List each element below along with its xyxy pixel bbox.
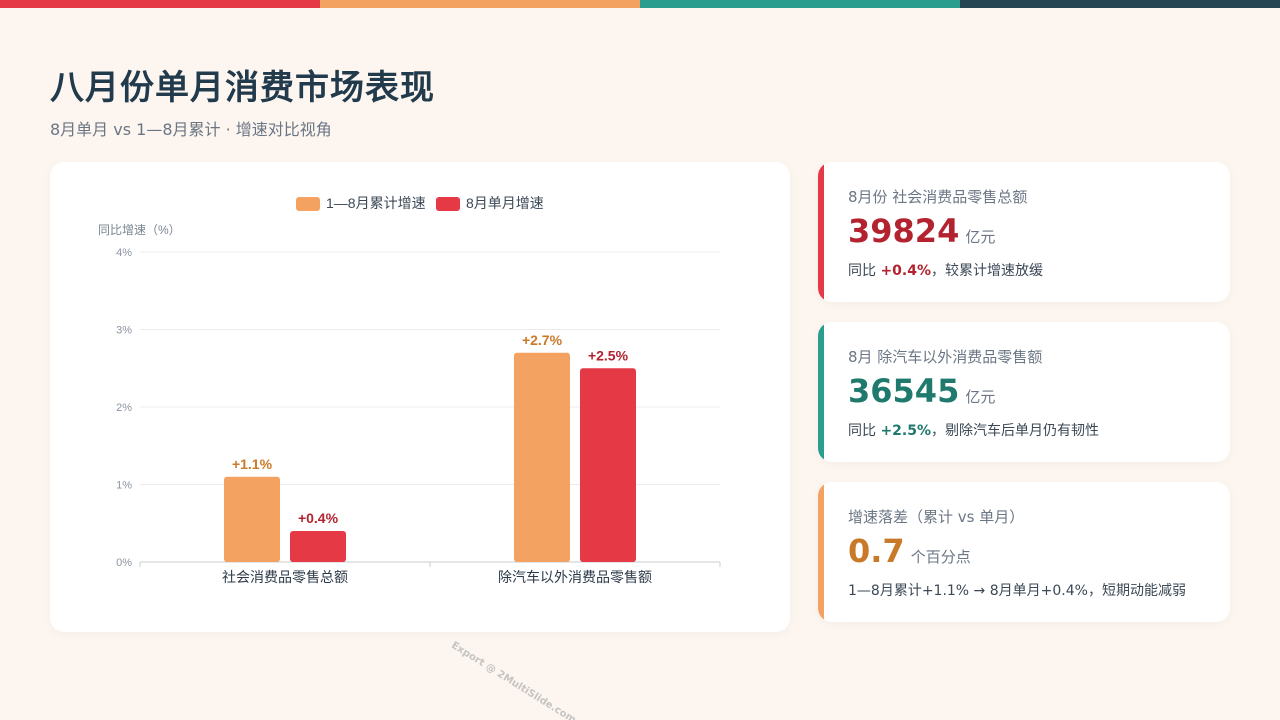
kpi-desc-suffix: ，剔除汽车后单月仍有韧性 — [931, 423, 1100, 439]
bar-2-1 — [290, 531, 346, 562]
y-tick-label: 4% — [116, 247, 132, 259]
y-tick-label: 1% — [116, 480, 132, 492]
bar-data-label: +2.7% — [522, 332, 563, 348]
legend-swatch-2 — [436, 197, 460, 211]
top-bar-segment-orange — [320, 0, 640, 8]
kpi-desc-highlight: +0.4% — [880, 263, 932, 279]
kpi-desc-highlight: +2.5% — [880, 423, 932, 439]
y-tick-label: 2% — [116, 402, 132, 414]
kpi-accent-bar — [818, 162, 824, 302]
page-title: 八月份单月消费市场表现 — [50, 68, 435, 108]
x-category-label: 除汽车以外消费品零售额 — [498, 569, 652, 585]
bar-2-2 — [580, 368, 636, 562]
kpi-unit: 亿元 — [965, 388, 996, 406]
kpi-accent-bar — [818, 482, 824, 622]
kpi-desc-prefix: 同比 — [848, 423, 881, 439]
legend-label-2: 8月单月增速 — [466, 195, 544, 211]
kpi-label: 8月 除汽车以外消费品零售额 — [848, 348, 1043, 366]
kpi-accent-bar — [818, 322, 824, 462]
kpi-card-total-retail: 8月份 社会消费品零售总额 39824 亿元 同比 +0.4%，较累计增速放缓 — [818, 162, 1230, 302]
bar-chart: 1—8月累计增速 8月单月增速同比增速（%） 0% 1% 2% 3% 4% +1.1% +0.4… — [98, 195, 721, 585]
kpi-value-row: 39824 亿元 — [848, 212, 995, 250]
kpi-value: 39824 — [848, 212, 960, 250]
y-tick-label: 3% — [116, 325, 132, 337]
kpi-unit: 亿元 — [965, 228, 996, 246]
y-tick-label: 0% — [116, 557, 132, 569]
top-bar-segment-navy — [960, 0, 1280, 8]
kpi-desc-prefix: 1—8月累计+1.1% → 8月单月+0.4%，短期动能减弱 — [848, 583, 1186, 599]
kpi-value-row: 0.7 个百分点 — [848, 532, 971, 570]
kpi-description: 1—8月累计+1.1% → 8月单月+0.4%，短期动能减弱 — [848, 580, 1186, 600]
kpi-label: 增速落差（累计 vs 单月） — [848, 508, 1025, 526]
y-axis-label: 同比增速（%） — [98, 223, 181, 237]
kpi-card-growth-gap: 增速落差（累计 vs 单月） 0.7 个百分点 1—8月累计+1.1% → 8月单… — [818, 482, 1230, 622]
watermark: Export @ 2MultiSlide.com — [449, 640, 578, 720]
bar-1-2 — [514, 352, 570, 562]
kpi-description: 同比 +2.5%，剔除汽车后单月仍有韧性 — [848, 420, 1099, 440]
legend-label-1: 1—8月累计增速 — [326, 195, 426, 211]
kpi-value-row: 36545 亿元 — [848, 372, 995, 410]
kpi-desc-prefix: 同比 — [848, 263, 881, 279]
kpi-unit: 个百分点 — [910, 548, 971, 566]
kpi-value: 36545 — [848, 372, 960, 410]
page-subtitle: 8月单月 vs 1—8月累计 · 增速对比视角 — [50, 120, 332, 139]
chart-card: 1—8月累计增速 8月单月增速同比增速（%） 0% 1% 2% 3% 4% +1.1% +0.4… — [50, 162, 790, 632]
legend-swatch-1 — [296, 197, 320, 211]
bar-1-1 — [224, 476, 280, 562]
top-bar-segment-teal — [640, 0, 960, 8]
bar-data-label: +2.5% — [588, 347, 629, 363]
bar-data-label: +1.1% — [232, 456, 273, 472]
kpi-description: 同比 +0.4%，较累计增速放缓 — [848, 260, 1043, 280]
x-category-label: 社会消费品零售总额 — [222, 569, 348, 585]
kpi-card-non-auto-retail: 8月 除汽车以外消费品零售额 36545 亿元 同比 +2.5%，剔除汽车后单月仍… — [818, 322, 1230, 462]
kpi-label: 8月份 社会消费品零售总额 — [848, 188, 1028, 206]
top-bar-segment-red — [0, 0, 320, 8]
bar-data-label: +0.4% — [298, 510, 339, 526]
kpi-desc-suffix: ，较累计增速放缓 — [931, 263, 1044, 279]
kpi-value: 0.7 — [848, 532, 905, 570]
top-color-bar — [0, 0, 1280, 8]
